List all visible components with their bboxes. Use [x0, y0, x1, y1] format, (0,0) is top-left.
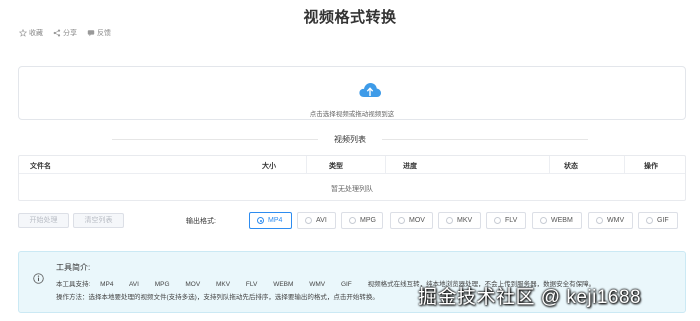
format-label: WMV [607, 217, 625, 224]
col-divider [549, 156, 550, 173]
col-actions: 操作 [644, 163, 658, 170]
upload-dropzone[interactable]: 点击选择视频或拖动视频到这 [18, 66, 686, 120]
radio-icon [596, 217, 603, 224]
share-label: 分享 [63, 30, 77, 37]
supported-format: MP4 [100, 281, 114, 288]
format-label: FLV [505, 217, 518, 224]
radio-icon [305, 217, 312, 224]
feedback-button[interactable]: 反馈 [87, 28, 111, 38]
supported-format: WMV [309, 281, 326, 288]
page-title: 视频格式转换 [303, 9, 397, 26]
clear-button[interactable]: 清空列表 [73, 213, 124, 228]
col-status: 状态 [564, 163, 578, 170]
col-filename: 文件名 [30, 163, 51, 170]
divider-left [112, 139, 318, 140]
divider-right [382, 139, 588, 140]
col-type: 类型 [329, 163, 343, 170]
support-label: 本工具支持: [56, 281, 91, 288]
format-label: MP4 [268, 217, 283, 224]
radio-icon [257, 217, 264, 224]
radio-icon [540, 217, 547, 224]
start-button[interactable]: 开始处理 [18, 213, 69, 228]
format-label: MPG [360, 217, 376, 224]
table-header: 文件名 大小 类型 进度 状态 操作 [19, 156, 685, 174]
radio-icon [446, 217, 453, 224]
format-option-webm[interactable]: WEBM [532, 212, 582, 229]
radio-icon [494, 217, 501, 224]
supported-format: AVI [128, 281, 139, 288]
col-divider [624, 156, 625, 173]
empty-queue-text: 暂无处理列队 [331, 186, 373, 193]
watermark: 掘金技术社区 @ keji1688 [418, 287, 642, 308]
supported-format: MPG [154, 281, 170, 288]
format-option-mp4[interactable]: MP4 [249, 212, 292, 229]
cloud-upload-icon [359, 83, 381, 97]
col-divider [385, 156, 386, 173]
intro-title: 工具简介: [56, 263, 91, 272]
supported-format-list: MP4 AVI MPG MOV MKV FLV WEBM WMV GIF [100, 281, 367, 288]
info-icon [33, 273, 44, 284]
format-option-avi[interactable]: AVI [297, 212, 336, 229]
favorite-button[interactable]: 收藏 [19, 28, 43, 38]
supported-format: GIF [340, 281, 352, 288]
format-option-flv[interactable]: FLV [486, 212, 526, 229]
format-option-gif[interactable]: GIF [638, 212, 678, 229]
format-label: MOV [409, 217, 425, 224]
upload-hint: 点击选择视频或拖动视频到这 [309, 111, 395, 118]
share-icon [53, 29, 61, 37]
supported-format: WEBM [273, 281, 294, 288]
feedback-label: 反馈 [97, 30, 111, 37]
format-option-wmv[interactable]: WMV [588, 212, 633, 229]
format-option-mov[interactable]: MOV [390, 212, 433, 229]
format-option-mpg[interactable]: MPG [341, 212, 383, 229]
favorite-label: 收藏 [29, 30, 43, 37]
intro-usage-line: 操作方法：选择本地要处理的视频文件(支持多选)，支持列队拖动先后排序，选择要输出… [56, 294, 379, 301]
col-divider [306, 156, 307, 173]
star-icon [19, 29, 27, 37]
format-label: WEBM [551, 217, 573, 224]
format-label: AVI [316, 217, 327, 224]
radio-icon [349, 217, 356, 224]
format-label: MKV [457, 217, 473, 224]
supported-format: MOV [185, 281, 201, 288]
feedback-icon [87, 30, 95, 37]
format-option-mkv[interactable]: MKV [438, 212, 481, 229]
radio-icon [398, 217, 405, 224]
share-button[interactable]: 分享 [53, 28, 77, 38]
action-bar: 收藏 分享 反馈 [19, 28, 111, 38]
file-table: 文件名 大小 类型 进度 状态 操作 暂无处理列队 [18, 155, 686, 201]
col-progress: 进度 [403, 163, 417, 170]
supported-format: MKV [216, 281, 231, 288]
radio-icon [646, 217, 653, 224]
col-size: 大小 [262, 163, 276, 170]
format-label: GIF [657, 217, 669, 224]
output-format-label: 输出格式: [186, 218, 216, 225]
supported-format: FLV [245, 281, 258, 288]
